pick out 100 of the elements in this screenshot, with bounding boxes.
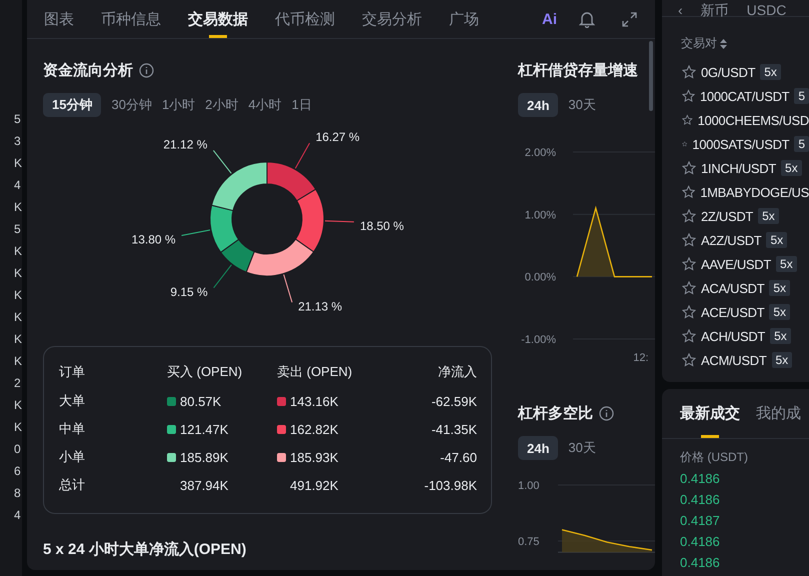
trade-price: 0.4187 (680, 513, 721, 530)
period-tab[interactable]: 1日 (292, 93, 312, 117)
trade-price: 0.4186 (680, 534, 721, 551)
cut-value: K (14, 309, 22, 326)
ai-badge[interactable]: Ai (542, 10, 557, 28)
trade-price: 0.4186 (680, 492, 721, 509)
pair-name[interactable]: 1000CAT/USDT (700, 88, 790, 104)
period-tab[interactable]: 30分钟 (111, 93, 152, 117)
period-tab[interactable]: 30天 (568, 93, 596, 117)
cut-value: K (14, 199, 22, 216)
tab[interactable]: 广场 (449, 0, 479, 38)
period-tab[interactable]: 4小时 (248, 93, 282, 117)
leader-line (283, 274, 293, 303)
cut-value: K (14, 243, 22, 260)
star-icon[interactable] (682, 89, 695, 103)
leverage-tag: 5x (760, 64, 781, 80)
table-cell: 143.16K (290, 394, 338, 408)
section-title: 杠杆借贷存量增速 (518, 60, 638, 80)
star-icon[interactable] (682, 281, 696, 295)
star-icon[interactable] (682, 353, 696, 367)
leverage-tag: 5x (772, 352, 792, 368)
bell-icon[interactable] (579, 10, 595, 28)
star-icon[interactable] (682, 329, 696, 343)
info-icon[interactable] (139, 62, 154, 78)
pair-name[interactable]: ACE/USDT (701, 304, 764, 320)
pair-name[interactable]: 1MBABYDOGE/US (700, 184, 809, 200)
market-tab[interactable]: 新币 (700, 4, 729, 16)
table-cell-text: 总计 (59, 476, 86, 494)
tab[interactable]: 交易分析 (362, 0, 422, 38)
table-cell: 185.93K (290, 450, 338, 464)
period-tab[interactable]: 24h (518, 436, 558, 460)
leverage-tag: 5x (781, 160, 802, 176)
axis-label: 1.00% (524, 209, 556, 222)
leader-line (213, 264, 232, 288)
tab[interactable]: 图表 (44, 0, 74, 38)
axis-label: -1.00% (521, 334, 556, 346)
tab[interactable]: 我的成 (756, 389, 801, 438)
column-header[interactable]: 交易对 (681, 35, 717, 52)
column-header: 价格 (USDT) (680, 449, 749, 466)
table-cell-text: 大单 (59, 392, 86, 410)
pair-name[interactable]: 1000CHEEMS/USD (698, 112, 809, 128)
star-icon[interactable] (682, 209, 696, 223)
cut-value: 0 (14, 441, 22, 458)
column-header: 卖出 (OPEN) (277, 363, 354, 381)
info-icon[interactable] (599, 406, 614, 420)
column-header: 买入 (OPEN) (167, 363, 244, 381)
pair-name[interactable]: 2Z/USDT (701, 208, 754, 224)
slice-label: 13.80 % (132, 232, 176, 246)
leverage-tag: 5 (794, 136, 809, 152)
pair-name[interactable]: 1000SATS/USDT (692, 136, 790, 152)
cut-value: K (14, 331, 22, 348)
cut-value: K (14, 265, 22, 282)
cut-value: 5 (14, 221, 22, 238)
table-cell: 387.94K (180, 478, 228, 492)
cut-value: 5 (14, 111, 22, 128)
column-header: 订单 (59, 363, 86, 381)
period-tab[interactable]: 24h (518, 93, 558, 117)
star-icon[interactable] (682, 305, 696, 319)
market-tab[interactable]: USDC (746, 4, 786, 16)
period-tab[interactable]: 1小时 (162, 93, 196, 117)
cut-value: 2 (14, 375, 22, 392)
tab[interactable]: 代币检测 (275, 0, 335, 38)
tab[interactable]: 交易数据 (188, 0, 248, 38)
table-cell: 185.89K (180, 450, 228, 464)
pair-name[interactable]: 1INCH/USDT (701, 160, 776, 176)
cut-value: 4 (14, 177, 22, 194)
axis-label: 0.75 (518, 536, 540, 548)
table-cell: -103.98K (424, 478, 477, 492)
star-icon[interactable] (682, 257, 696, 271)
slice-label: 16.27 % (316, 130, 360, 144)
pair-name[interactable]: 0G/USDT (701, 64, 756, 80)
leader-line (181, 229, 211, 236)
period-tab[interactable]: 30天 (568, 436, 596, 460)
leader-line (212, 150, 232, 174)
pair-name[interactable]: AAVE/USDT (701, 256, 772, 272)
pair-name[interactable]: ACA/USDT (701, 280, 764, 296)
market-tab[interactable]: ‹ (678, 4, 683, 16)
section-title: 杠杆多空比 (518, 404, 593, 422)
star-icon[interactable] (682, 161, 696, 175)
tab[interactable]: 币种信息 (101, 0, 161, 38)
scrollbar[interactable] (649, 41, 653, 111)
expand-icon[interactable] (622, 12, 637, 26)
pair-name[interactable]: A2Z/USDT (701, 232, 762, 248)
star-icon[interactable] (682, 65, 696, 79)
period-tab[interactable]: 15分钟 (43, 93, 102, 117)
cut-value: K (14, 353, 22, 370)
axis-label: 0.00% (524, 272, 556, 284)
star-icon[interactable] (682, 233, 696, 247)
trade-price: 0.4186 (680, 555, 721, 572)
axis-label: 2.00% (524, 147, 556, 159)
star-icon[interactable] (682, 185, 696, 199)
pair-name[interactable]: ACH/USDT (701, 328, 766, 344)
period-tab[interactable]: 2小时 (205, 93, 238, 117)
leverage-tag: 5x (769, 280, 790, 296)
tab[interactable]: 最新成交 (680, 389, 740, 438)
cut-value: 4 (14, 507, 22, 524)
star-icon[interactable] (682, 113, 693, 127)
cut-value: K (14, 397, 22, 414)
pair-name[interactable]: ACM/USDT (701, 352, 766, 368)
sort-icon[interactable] (720, 38, 727, 48)
